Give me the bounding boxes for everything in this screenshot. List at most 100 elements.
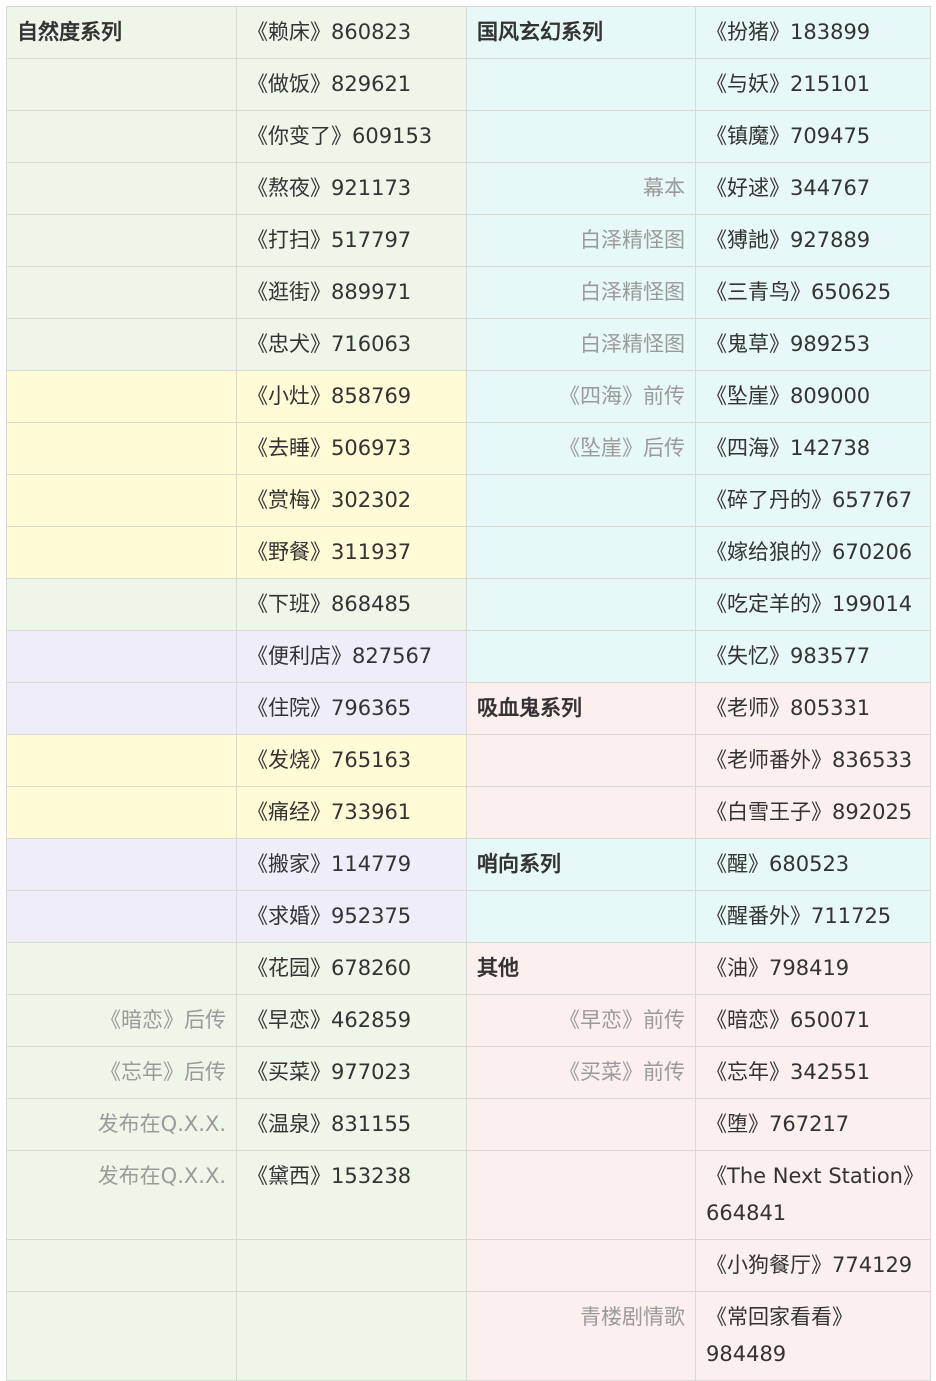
category-note-cell	[6, 318, 237, 371]
table-row: 《发烧》765163 《老师番外》836533	[6, 734, 931, 787]
work-cell: 《求婚》952375	[236, 890, 467, 943]
category-note-cell	[6, 526, 237, 579]
category-note-cell	[466, 1239, 696, 1292]
work-cell	[236, 1291, 467, 1381]
category-note-cell	[6, 474, 237, 527]
work-cell: 《白雪王子》892025	[695, 786, 931, 839]
category-note-cell	[466, 890, 696, 943]
table-row: 青楼剧情歌 《常回家看看》984489	[6, 1291, 931, 1381]
series-title-cell: 其他	[466, 942, 696, 995]
table-row: 《去睡》506973 《坠崖》后传 《四海》142738	[6, 422, 931, 475]
work-cell: 《去睡》506973	[236, 422, 467, 475]
category-note-cell	[6, 110, 237, 163]
work-cell: 《嫁给狼的》670206	[695, 526, 931, 579]
table-row: 《小灶》858769 《四海》前传 《坠崖》809000	[6, 370, 931, 423]
work-cell: 《失忆》983577	[695, 630, 931, 683]
category-note-cell	[466, 1150, 696, 1240]
work-cell: 《小灶》858769	[236, 370, 467, 423]
work-cell: 《醒番外》711725	[695, 890, 931, 943]
series-title-cell: 吸血鬼系列	[466, 682, 696, 735]
work-cell: 《忠犬》716063	[236, 318, 467, 371]
category-note-cell	[466, 734, 696, 787]
category-note-cell	[6, 838, 237, 891]
work-cell: 《堕》767217	[695, 1098, 931, 1151]
note-cell: 幕本	[466, 162, 696, 215]
table-row: 《小狗餐厅》774129	[6, 1239, 931, 1292]
table-row: 《野餐》311937 《嫁给狼的》670206	[6, 526, 931, 579]
work-cell: 《赏梅》302302	[236, 474, 467, 527]
work-cell: 《老师番外》836533	[695, 734, 931, 787]
work-cell: 《吃定羊的》199014	[695, 578, 931, 631]
table-row: 《暗恋》后传 《早恋》462859 《早恋》前传 《暗恋》650071	[6, 994, 931, 1047]
work-cell	[236, 1239, 467, 1292]
work-cell: 《赖床》860823	[236, 6, 467, 59]
category-note-cell	[6, 266, 237, 319]
table-row: 《搬家》114779 哨向系列 《醒》680523	[6, 838, 931, 891]
work-cell: 《下班》868485	[236, 578, 467, 631]
work-cell: 《油》798419	[695, 942, 931, 995]
work-cell: 《猼訑》927889	[695, 214, 931, 267]
table-row: 自然度系列 《赖床》860823 国风玄幻系列 《扮猪》183899	[6, 6, 931, 59]
table-row: 《花园》678260 其他 《油》798419	[6, 942, 931, 995]
work-cell: 《The Next Station》664841	[695, 1150, 931, 1240]
note-cell: 《忘年》后传	[6, 1046, 237, 1099]
work-cell: 《买菜》977023	[236, 1046, 467, 1099]
note-cell: 发布在Q.X.X.	[6, 1098, 237, 1151]
category-note-cell	[6, 630, 237, 683]
work-cell: 《打扫》517797	[236, 214, 467, 267]
table-row: 《便利店》827567 《失忆》983577	[6, 630, 931, 683]
table-row: 发布在Q.X.X. 《黛西》153238 《The Next Station》664…	[6, 1150, 931, 1240]
table-row: 《痛经》733961 《白雪王子》892025	[6, 786, 931, 839]
series-title-cell: 哨向系列	[466, 838, 696, 891]
page: 自然度系列 《赖床》860823 国风玄幻系列 《扮猪》183899 《做饭》82962…	[0, 0, 936, 1381]
work-cell: 《四海》142738	[695, 422, 931, 475]
note-cell: 《四海》前传	[466, 370, 696, 423]
table-row: 《熬夜》921173 幕本 《好逑》344767	[6, 162, 931, 215]
category-note-cell	[466, 110, 696, 163]
work-cell: 《坠崖》809000	[695, 370, 931, 423]
work-cell: 《三青鸟》650625	[695, 266, 931, 319]
work-cell: 《暗恋》650071	[695, 994, 931, 1047]
work-cell: 《黛西》153238	[236, 1150, 467, 1240]
work-cell: 《碎了丹的》657767	[695, 474, 931, 527]
table-row: 《打扫》517797 白泽精怪图 《猼訑》927889	[6, 214, 931, 267]
table-row: 《做饭》829621 《与妖》215101	[6, 58, 931, 111]
work-cell: 《发烧》765163	[236, 734, 467, 787]
category-note-cell	[466, 474, 696, 527]
note-cell: 白泽精怪图	[466, 318, 696, 371]
category-note-cell	[466, 526, 696, 579]
work-cell: 《做饭》829621	[236, 58, 467, 111]
category-note-cell	[6, 1239, 237, 1292]
category-note-cell	[466, 786, 696, 839]
category-note-cell	[6, 786, 237, 839]
category-note-cell	[466, 1098, 696, 1151]
work-cell: 《醒》680523	[695, 838, 931, 891]
work-cell: 《野餐》311937	[236, 526, 467, 579]
work-cell: 《好逑》344767	[695, 162, 931, 215]
work-cell: 《便利店》827567	[236, 630, 467, 683]
note-cell: 白泽精怪图	[466, 266, 696, 319]
category-note-cell	[6, 578, 237, 631]
work-cell: 《痛经》733961	[236, 786, 467, 839]
category-note-cell	[6, 58, 237, 111]
table-row: 《赏梅》302302 《碎了丹的》657767	[6, 474, 931, 527]
category-note-cell	[6, 942, 237, 995]
category-note-cell	[6, 370, 237, 423]
category-note-cell	[6, 1291, 237, 1381]
note-cell: 发布在Q.X.X.	[6, 1150, 237, 1240]
table-row: 《你变了》609153 《镇魔》709475	[6, 110, 931, 163]
work-cell: 《老师》805331	[695, 682, 931, 735]
table-row: 《忠犬》716063 白泽精怪图 《鬼草》989253	[6, 318, 931, 371]
category-note-cell	[466, 578, 696, 631]
work-cell: 《早恋》462859	[236, 994, 467, 1047]
series-title-cell: 自然度系列	[6, 6, 237, 59]
work-cell: 《搬家》114779	[236, 838, 467, 891]
note-cell: 《早恋》前传	[466, 994, 696, 1047]
work-cell: 《住院》796365	[236, 682, 467, 735]
note-cell: 青楼剧情歌	[466, 1291, 696, 1381]
work-cell: 《镇魔》709475	[695, 110, 931, 163]
category-note-cell	[6, 422, 237, 475]
work-cell: 《扮猪》183899	[695, 6, 931, 59]
category-note-cell	[6, 682, 237, 735]
work-cell: 《忘年》342551	[695, 1046, 931, 1099]
